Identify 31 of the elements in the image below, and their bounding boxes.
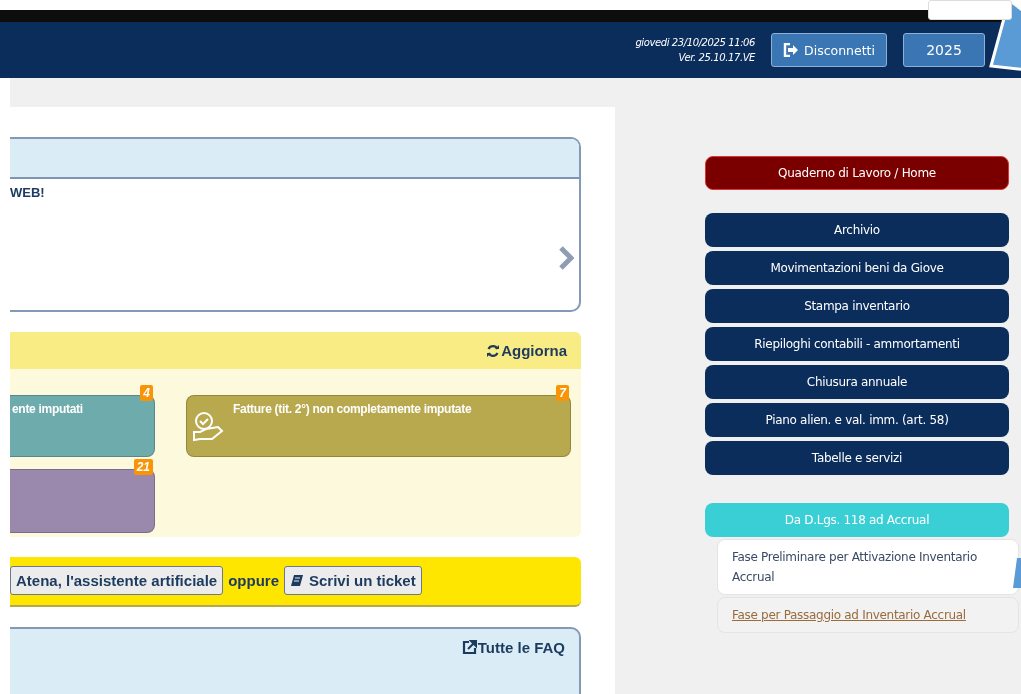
logout-button[interactable]: Disconnetti bbox=[771, 33, 887, 67]
logout-icon bbox=[783, 43, 800, 57]
version-label: Ver. 25.10.17.VE bbox=[678, 52, 756, 63]
count-badge: 4 bbox=[140, 385, 153, 402]
count-badge: 7 bbox=[556, 385, 569, 402]
home-button[interactable]: Quaderno di Lavoro / Home bbox=[705, 156, 1009, 190]
menu-item[interactable]: Archivio bbox=[705, 213, 1009, 247]
menu-item[interactable]: Riepiloghi contabili - ammortamenti bbox=[705, 327, 1009, 361]
menu-item[interactable]: Tabelle e servizi bbox=[705, 441, 1009, 475]
or-label: oppure bbox=[228, 572, 279, 590]
news-title: WEB! bbox=[10, 185, 45, 200]
chevron-right-icon[interactable] bbox=[558, 245, 574, 271]
date-time: giovedi 23/10/2025 11:06 bbox=[635, 37, 756, 48]
task-tile[interactable] bbox=[10, 469, 155, 534]
external-link-icon bbox=[461, 639, 477, 655]
tile-label: ente imputati bbox=[12, 402, 83, 417]
year-button[interactable]: 2025 bbox=[903, 33, 985, 67]
tile-label: Fatture (tit. 2°) non completamente imputate bbox=[233, 402, 472, 417]
ticket-button[interactable]: Scrivi un ticket bbox=[284, 566, 422, 596]
count-badge: 21 bbox=[133, 459, 153, 476]
book-icon bbox=[290, 573, 304, 588]
submenu-link[interactable]: Fase per Passaggio ad Inventario Accrual bbox=[717, 597, 1019, 633]
submenu-item[interactable]: Fase Preliminare per Attivazione Inventario Accrual bbox=[717, 539, 1019, 595]
menu-item[interactable]: Piano alien. e val. imm. (art. 58) bbox=[705, 403, 1009, 437]
refresh-icon bbox=[486, 343, 501, 358]
menu-item[interactable]: Chiusura annuale bbox=[705, 365, 1009, 399]
faq-link[interactable]: Tutte le FAQ bbox=[461, 638, 565, 656]
refresh-button[interactable]: Aggiorna bbox=[486, 342, 567, 360]
menu-item[interactable]: Stampa inventario bbox=[705, 289, 1009, 323]
assistant-button[interactable]: Atena, l'assistente artificiale bbox=[10, 566, 224, 596]
menu-item[interactable]: Movimentazioni beni da Giove bbox=[705, 251, 1009, 285]
